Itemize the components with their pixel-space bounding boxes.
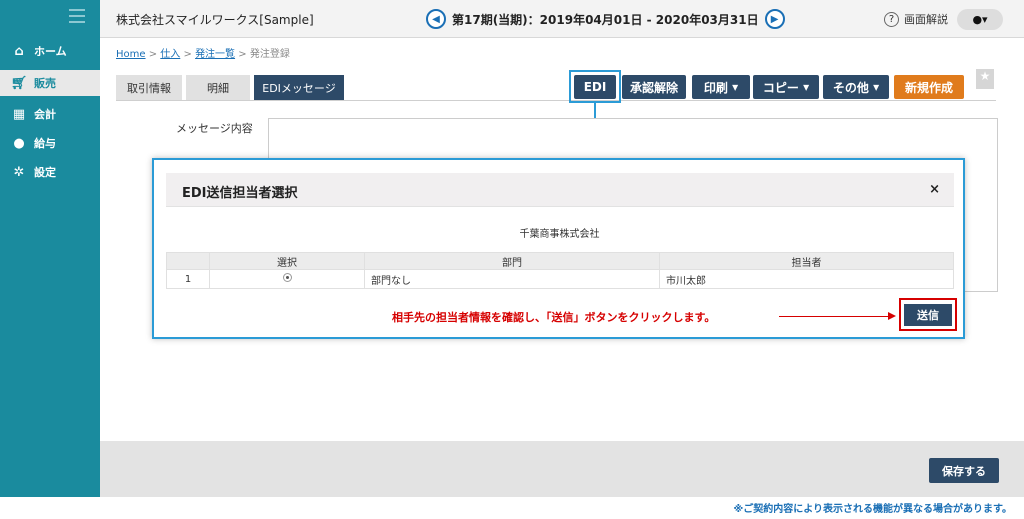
- question-icon: ?: [884, 11, 899, 27]
- chevron-down-icon: ▾: [798, 80, 810, 94]
- select-radio[interactable]: [282, 273, 292, 282]
- sidebar-item-payroll[interactable]: ● 給与: [0, 130, 100, 156]
- tab-edi-message[interactable]: EDIメッセージ: [254, 75, 344, 101]
- sidebar-item-sales[interactable]: 🛒︎ 販売: [0, 70, 100, 96]
- breadcrumb-current: 発注登録: [249, 49, 290, 60]
- app-window: ⌂ ホーム 🛒︎ 販売 ▦ 会計 ● 給与 ✲ 設定 株式会社スマイルワークス[…: [0, 0, 1024, 515]
- money-bag-icon: ●: [13, 135, 25, 151]
- breadcrumb-home[interactable]: Home: [116, 49, 146, 60]
- breadcrumb-purchase[interactable]: 仕入: [160, 49, 180, 60]
- message-label: メッセージ内容: [176, 122, 253, 135]
- send-button[interactable]: 送信: [904, 304, 952, 326]
- modal-title: EDI送信担当者選択: [182, 186, 298, 201]
- department-cell: 部門なし: [364, 269, 660, 289]
- column-header: [166, 252, 210, 270]
- help-label: 画面解説: [904, 13, 948, 26]
- user-icon: ●▾: [972, 13, 988, 26]
- prev-period-icon[interactable]: ◀: [426, 9, 446, 29]
- unapprove-button[interactable]: 承認解除: [622, 75, 686, 99]
- calculator-icon: ▦: [12, 106, 26, 122]
- home-icon: ⌂: [14, 43, 24, 59]
- column-header: 選択: [209, 252, 365, 270]
- column-header: 部門: [364, 252, 660, 270]
- bookmark-star-icon[interactable]: ★: [976, 69, 994, 89]
- print-label: 印刷: [703, 80, 728, 95]
- close-icon[interactable]: ×: [929, 182, 940, 197]
- modal-header: EDI送信担当者選択 ×: [166, 173, 954, 207]
- instruction-arrow-line: [779, 316, 891, 317]
- partner-name: 千葉商事株式会社: [519, 229, 600, 240]
- sidebar-item-home[interactable]: ⌂ ホーム: [0, 38, 100, 64]
- gear-icon: ✲: [13, 164, 25, 180]
- copy-button[interactable]: コピー ▾: [753, 75, 819, 99]
- table-row[interactable]: 1 部門なし 市川太郎: [166, 269, 954, 289]
- breadcrumb-sep: >: [183, 49, 192, 60]
- edi-recipient-modal: EDI送信担当者選択 × 千葉商事株式会社 選択 部門 担当者 1 部門なし 市…: [152, 158, 965, 339]
- chevron-down-icon: ▾: [868, 80, 880, 94]
- company-name: 株式会社スマイルワークス[Sample]: [116, 13, 314, 27]
- other-label: その他: [832, 80, 869, 95]
- arrow-right-icon: [888, 312, 896, 320]
- column-header: 担当者: [659, 252, 954, 270]
- breadcrumb-sep: >: [148, 49, 158, 60]
- sidebar-item-label: ホーム: [34, 45, 67, 58]
- row-number: 1: [166, 269, 210, 289]
- help-button[interactable]: ? 画面解説: [884, 11, 948, 27]
- user-menu-button[interactable]: ●▾: [957, 9, 1003, 30]
- sidebar: ⌂ ホーム 🛒︎ 販売 ▦ 会計 ● 給与 ✲ 設定: [0, 0, 100, 497]
- sidebar-item-label: 給与: [34, 137, 56, 150]
- chevron-down-icon: ▾: [727, 80, 739, 94]
- other-button[interactable]: その他 ▾: [823, 75, 889, 99]
- breadcrumb: Home > 仕入 > 発注一覧 > 発注登録: [116, 45, 290, 60]
- menu-toggle-icon[interactable]: [69, 9, 85, 23]
- disclaimer-note: ※ご契約内容により表示される機能が異なる場合があります。: [733, 504, 1012, 515]
- recipient-table: 選択 部門 担当者 1 部門なし 市川太郎: [166, 252, 954, 289]
- breadcrumb-sep: >: [238, 49, 247, 60]
- edi-button[interactable]: EDI: [574, 75, 616, 99]
- sidebar-item-settings[interactable]: ✲ 設定: [0, 159, 100, 185]
- person-cell: 市川太郎: [659, 269, 954, 289]
- sidebar-item-label: 会計: [34, 108, 56, 121]
- sidebar-item-label: 販売: [34, 77, 56, 90]
- footer-bar: [100, 441, 1024, 497]
- cart-icon: 🛒︎: [10, 75, 28, 91]
- tab-transaction-info[interactable]: 取引情報: [116, 75, 182, 101]
- period-label: 第17期(当期)：2019年04月01日 - 2020年03月31日: [452, 12, 759, 27]
- copy-label: コピー: [762, 80, 799, 95]
- next-period-icon[interactable]: ▶: [764, 9, 785, 29]
- top-header: 株式会社スマイルワークス[Sample] ◀ 第17期(当期)：2019年04月…: [100, 0, 1024, 38]
- period-selector: ◀ 第17期(当期)：2019年04月01日 - 2020年03月31日 ▶: [426, 9, 785, 29]
- save-button[interactable]: 保存する: [929, 458, 999, 483]
- instruction-note: 相手先の担当者情報を確認し、「送信」ボタンをクリックします。: [392, 311, 716, 324]
- sidebar-item-label: 設定: [34, 166, 56, 179]
- sidebar-item-accounting[interactable]: ▦ 会計: [0, 101, 100, 127]
- tab-divider: [116, 100, 996, 101]
- tab-details[interactable]: 明細: [186, 75, 250, 101]
- print-button[interactable]: 印刷 ▾: [692, 75, 750, 99]
- select-radio-cell[interactable]: [209, 269, 365, 289]
- breadcrumb-order-list[interactable]: 発注一覧: [195, 49, 235, 60]
- new-button[interactable]: 新規作成: [894, 75, 964, 99]
